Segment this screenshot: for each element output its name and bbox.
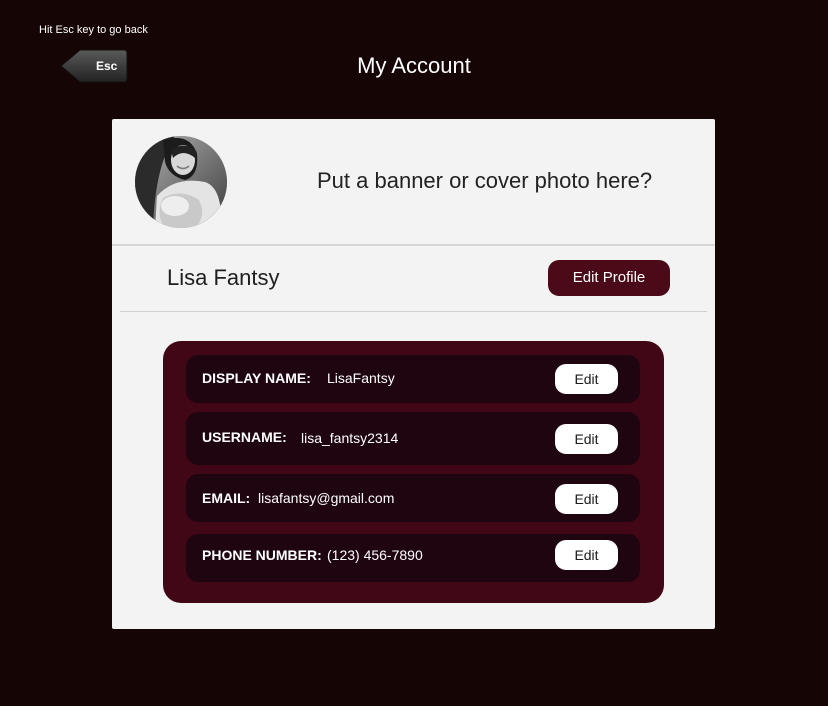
edit-profile-button[interactable]: Edit Profile <box>548 260 670 296</box>
account-card: Put a banner or cover photo here? Lisa F… <box>112 119 715 629</box>
field-row-phone-number: PHONE NUMBER: (123) 456-7890 Edit <box>186 534 640 582</box>
profile-name: Lisa Fantsy <box>167 265 280 290</box>
edit-display-name-button[interactable]: Edit <box>555 364 618 394</box>
field-label: USERNAME: <box>202 429 287 445</box>
avatar[interactable] <box>135 136 227 228</box>
field-value: lisafantsy@gmail.com <box>258 490 395 506</box>
account-details-panel: DISPLAY NAME: LisaFantsy Edit USERNAME: … <box>163 341 664 603</box>
field-value: (123) 456-7890 <box>327 547 423 563</box>
field-label: DISPLAY NAME: <box>202 370 311 386</box>
field-label: EMAIL: <box>202 490 251 506</box>
banner-placeholder-text: Put a banner or cover photo here? <box>317 168 653 193</box>
divider <box>120 311 707 312</box>
banner-area[interactable]: Put a banner or cover photo here? <box>112 119 715 246</box>
back-hint: Hit Esc key to go back <box>39 24 148 36</box>
field-label: PHONE NUMBER: <box>202 547 322 563</box>
edit-username-button[interactable]: Edit <box>555 424 618 454</box>
field-row-username: USERNAME: lisa_fantsy2314 Edit <box>186 412 640 465</box>
profile-photo <box>135 136 227 228</box>
edit-email-button[interactable]: Edit <box>555 484 618 514</box>
page-title: My Account <box>357 53 471 78</box>
field-row-email: EMAIL: lisafantsy@gmail.com Edit <box>186 474 640 522</box>
edit-phone-number-button[interactable]: Edit <box>555 540 618 570</box>
field-value: LisaFantsy <box>327 370 395 386</box>
field-value: lisa_fantsy2314 <box>301 430 399 446</box>
field-row-display-name: DISPLAY NAME: LisaFantsy Edit <box>186 355 640 403</box>
